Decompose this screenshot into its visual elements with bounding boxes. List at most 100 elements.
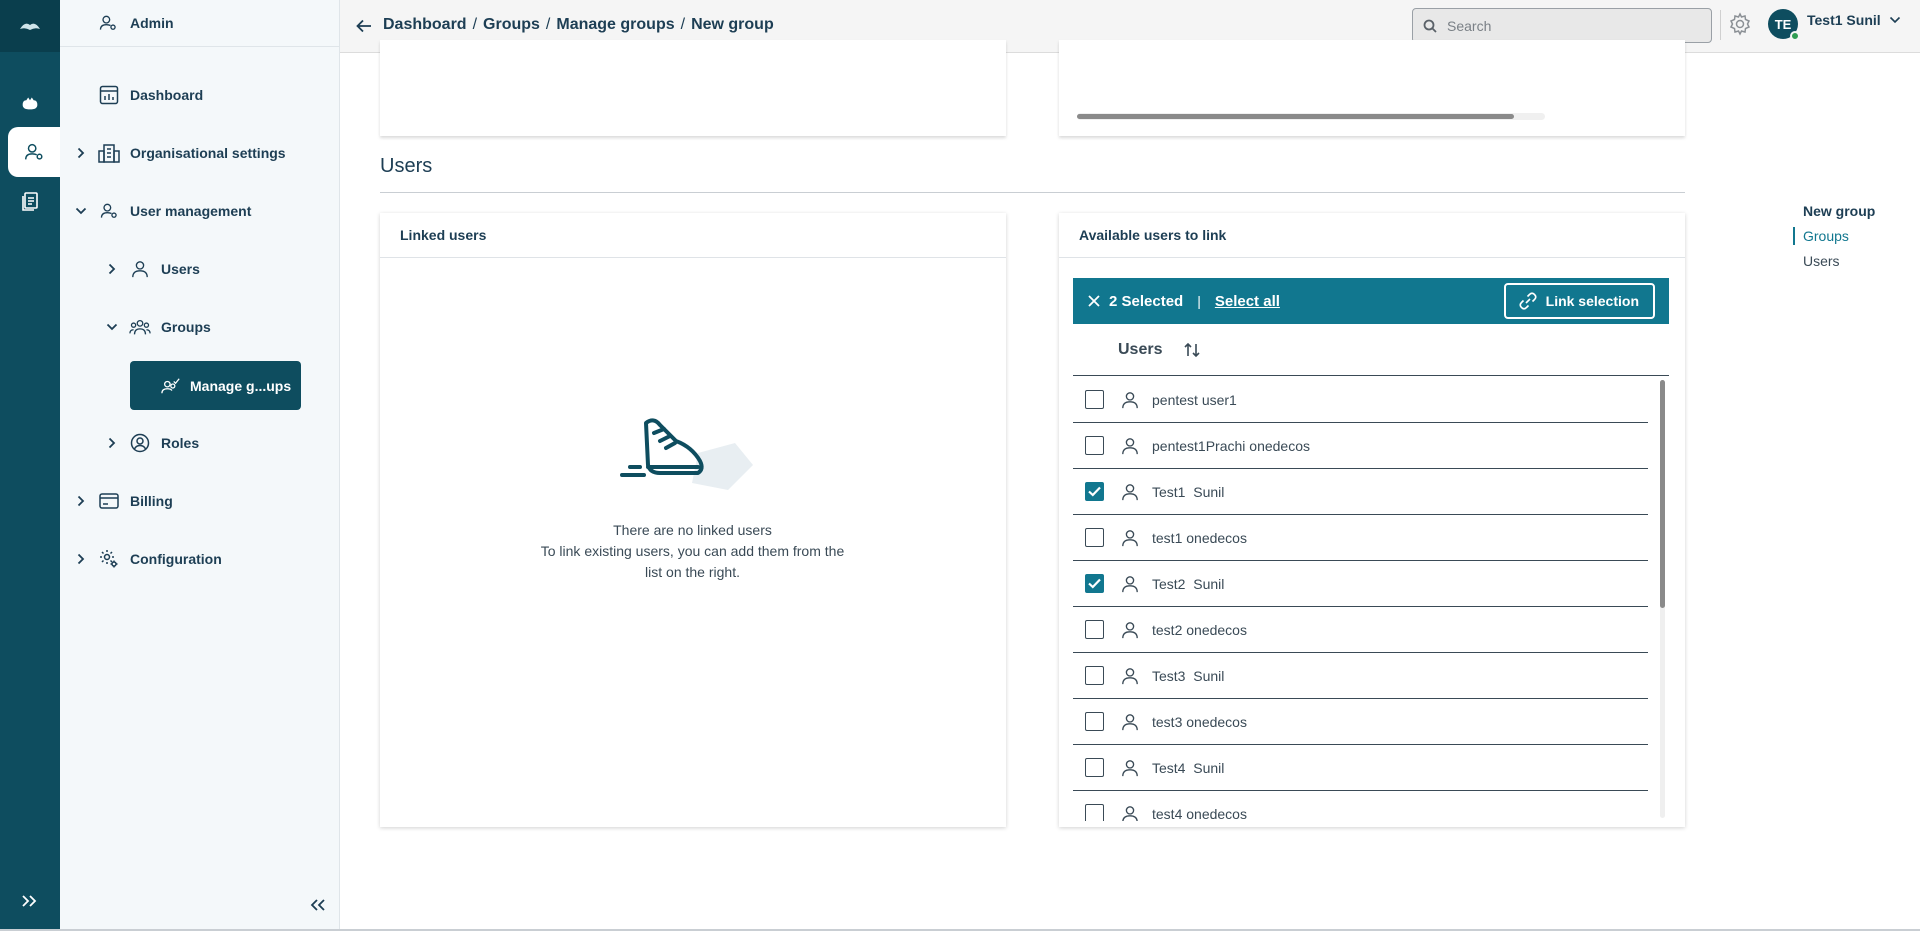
sort-icon[interactable] [1182,340,1202,360]
sidebar-header: Admin [60,0,339,47]
topbar-divider [1720,10,1721,40]
checkbox[interactable] [1085,758,1104,777]
checkbox-checked[interactable] [1085,482,1104,501]
dashboard-icon [98,84,120,106]
building-icon [98,142,120,164]
vertical-scrollbar[interactable] [1660,380,1665,818]
sidebar-item-groups[interactable]: Groups [103,311,211,343]
sidebar-item-roles[interactable]: Roles [103,427,199,459]
toc-title[interactable]: New group [1793,203,1875,219]
sidebar-item-label: Configuration [130,551,222,567]
checkbox[interactable] [1085,436,1104,455]
checkbox-checked[interactable] [1085,574,1104,593]
users-column-label: Users [1118,340,1163,358]
rail-documents-icon[interactable] [0,177,60,227]
toolbar-separator: | [1197,293,1201,309]
link-icon [1519,292,1537,310]
list-item[interactable]: pentest user1 [1073,377,1648,423]
user-icon [1120,712,1140,732]
sidebar-item-dashboard[interactable]: Dashboard [98,79,203,111]
user-menu[interactable]: Test1 Sunil [1807,12,1901,28]
online-status-dot [1790,31,1800,41]
breadcrumb-separator: / [545,16,551,33]
sidebar-item-users[interactable]: Users [103,253,200,285]
sidebar-item-label: Manage g...ups [190,377,292,394]
horizontal-scrollbar[interactable] [1077,113,1545,120]
search-icon [1423,19,1437,33]
list-item[interactable]: test2 onedecos [1073,607,1648,653]
app-logo[interactable] [0,0,60,52]
checkbox[interactable] [1085,712,1104,731]
list-item[interactable]: test1 onedecos [1073,515,1648,561]
sidebar-item-billing[interactable]: Billing [72,485,173,517]
chevron-right-icon [72,147,90,159]
toc-item-users[interactable]: Users [1793,253,1875,269]
list-item[interactable]: test4 onedecos [1073,791,1648,821]
settings-gear-icon[interactable] [1726,10,1754,38]
checkbox[interactable] [1085,666,1104,685]
user-name-label: test1 onedecos [1152,529,1247,546]
select-all-link[interactable]: Select all [1215,293,1280,310]
checkbox[interactable] [1085,804,1104,821]
clear-selection-close-icon[interactable] [1085,292,1103,310]
expand-rail-icon[interactable] [0,883,60,919]
user-icon [1120,482,1140,502]
checkmark-icon [1088,486,1101,497]
available-users-title: Available users to link [1059,213,1685,258]
breadcrumb-manage-groups[interactable]: Manage groups [556,16,674,34]
link-selection-label: Link selection [1545,293,1639,309]
user-icon [1120,436,1140,456]
linked-users-panel: Linked users There are no linked users T… [380,213,1006,827]
empty-state-message: There are no linked users To link existi… [380,520,1005,583]
checkbox[interactable] [1085,620,1104,639]
checkbox[interactable] [1085,390,1104,409]
user-icon [129,258,151,280]
list-item[interactable]: test3 onedecos [1073,699,1648,745]
linked-users-title: Linked users [380,213,1006,258]
user-icon [1120,666,1140,686]
user-name-label: test4 onedecos [1152,805,1247,822]
breadcrumb-separator: / [680,16,686,33]
user-icon [1120,804,1140,821]
avatar[interactable]: TE [1768,9,1800,41]
sidebar-item-manage-groups[interactable]: Manage g...ups [130,361,301,410]
vertical-scrollbar-thumb[interactable] [1660,380,1665,608]
previous-card-left [380,40,1006,136]
list-item[interactable]: Test3 Sunil [1073,653,1648,699]
sidebar-item-organisational-settings[interactable]: Organisational settings [72,137,286,169]
configuration-icon [98,548,120,570]
breadcrumb-current: New group [691,16,774,33]
section-divider [380,192,1685,193]
empty-state-line-2: To link existing users, you can add them… [540,543,845,559]
sidebar-item-label: User management [130,203,252,219]
icon-rail [0,0,60,931]
rail-hand-icon[interactable] [0,78,60,128]
user-name-label: pentest1Prachi onedecos [1152,437,1310,454]
list-item[interactable]: Test1 Sunil [1073,469,1648,515]
list-item[interactable]: Test2 Sunil [1073,561,1648,607]
available-users-list: pentest user1 pentest1Prachi onedecos Test… [1073,377,1648,821]
checkbox[interactable] [1085,528,1104,547]
user-name: Test1 Sunil [1807,12,1881,28]
search-input[interactable] [1447,17,1697,34]
horizontal-scrollbar-thumb[interactable] [1077,114,1514,119]
link-selection-button[interactable]: Link selection [1503,283,1655,319]
section-title-users: Users [380,155,433,177]
user-name-label: Test4 Sunil [1152,759,1225,776]
list-item[interactable]: pentest1Prachi onedecos [1073,423,1648,469]
users-column-header: Users [1073,324,1669,376]
list-item[interactable]: Test4 Sunil [1073,745,1648,791]
collapse-sidebar-icon[interactable] [306,893,330,917]
sidebar-item-label: Groups [161,319,211,335]
user-name-label: test2 onedecos [1152,621,1247,638]
back-arrow-icon[interactable] [354,16,374,36]
breadcrumb-dashboard[interactable]: Dashboard [383,16,467,34]
sidebar-item-configuration[interactable]: Configuration [72,543,222,575]
sidebar-item-user-management[interactable]: User management [72,195,251,227]
empty-state-line-3: list on the right. [645,564,740,580]
search-box [1412,8,1712,43]
user-icon [1120,574,1140,594]
rail-user-management-icon[interactable] [8,127,60,177]
breadcrumb-groups[interactable]: Groups [483,16,540,34]
toc-item-groups[interactable]: Groups [1793,227,1875,245]
